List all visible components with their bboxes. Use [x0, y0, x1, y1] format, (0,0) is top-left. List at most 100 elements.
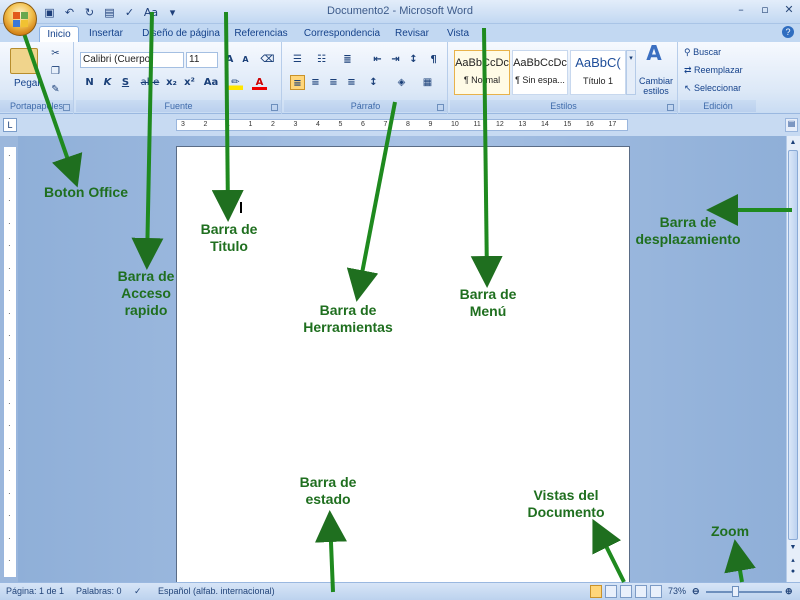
style-normal[interactable]: AaBbCcDc ¶ Normal [454, 50, 510, 95]
bullets-icon[interactable]: ☰ [290, 52, 305, 67]
ruler-tick: · [8, 331, 11, 340]
save-icon[interactable]: ▣ [42, 5, 57, 20]
align-left-icon[interactable]: ≡ [290, 75, 305, 90]
print-layout-view-icon[interactable] [590, 585, 602, 598]
multilevel-list-icon[interactable]: ≣ [340, 52, 355, 67]
office-button[interactable] [3, 2, 37, 36]
customize-qat-icon[interactable]: ▾ [165, 5, 180, 20]
align-right-icon[interactable]: ≡ [326, 75, 341, 90]
language-indicator[interactable]: Español (alfab. internacional) [158, 586, 275, 596]
tab-referencias[interactable]: Referencias [230, 26, 292, 42]
borders-icon[interactable]: ▦ [420, 75, 435, 90]
ruler-number: 13 [518, 121, 527, 128]
underline-button[interactable]: S [118, 75, 133, 90]
close-icon[interactable]: ✕ [784, 3, 794, 17]
ruler-tick: · [8, 556, 11, 565]
zoom-level[interactable]: 73% [668, 586, 686, 596]
tab-inicio[interactable]: Inicio [39, 26, 79, 42]
shrink-font-icon[interactable]: A [238, 52, 253, 67]
tab-insertar[interactable]: Insertar [82, 26, 130, 42]
style-heading-1[interactable]: AaBbC( Título 1 [570, 50, 626, 95]
paste-label[interactable]: Pegar [14, 78, 41, 89]
print-preview-icon[interactable]: ▤ [102, 5, 117, 20]
grow-font-icon[interactable]: A [222, 52, 237, 67]
cut-icon[interactable]: ✂ [48, 46, 63, 61]
style-name: ¶ Normal [463, 75, 501, 85]
increase-indent-icon[interactable]: ⇥ [388, 52, 403, 67]
scroll-down-icon[interactable]: ▼ [788, 543, 798, 553]
sort-icon[interactable]: ↕ [406, 52, 421, 67]
ruler-number: 14 [541, 121, 549, 128]
undo-icon[interactable]: ↶ [62, 5, 77, 20]
align-center-icon[interactable]: ≡ [308, 75, 323, 90]
tab-correspondencia[interactable]: Correspondencia [300, 26, 384, 42]
ruler-tick: · [8, 488, 11, 498]
find-button[interactable]: ⚲ Buscar [684, 47, 721, 58]
minimize-icon[interactable]: – [736, 3, 746, 17]
prev-page-icon[interactable]: ▴ [788, 556, 798, 566]
full-screen-view-icon[interactable] [605, 585, 617, 598]
tab-revisar[interactable]: Revisar [390, 26, 434, 42]
group-editing: ⚲ Buscar ⇄ Reemplazar ↖ Seleccionar Edic… [680, 42, 756, 114]
tab-selector[interactable]: L [3, 118, 17, 132]
web-layout-view-icon[interactable] [620, 585, 632, 598]
scroll-up-icon[interactable]: ▲ [788, 138, 798, 148]
dialog-launcher-icon[interactable] [63, 104, 70, 111]
view-ruler-icon[interactable]: ▤ [785, 118, 798, 132]
dialog-launcher-icon[interactable] [271, 104, 278, 111]
annotation-scrollbar: Barra de desplazamiento [635, 214, 741, 247]
italic-button[interactable]: K [100, 75, 115, 90]
font-color-icon[interactable]: A [252, 75, 267, 90]
font-name-select[interactable]: Calibri (Cuerpo) [80, 52, 184, 68]
strikethrough-button[interactable]: abe [140, 75, 160, 90]
tab-vista[interactable]: Vista [440, 26, 476, 42]
replace-button[interactable]: ⇄ Reemplazar [684, 65, 743, 76]
show-marks-icon[interactable]: ¶ [426, 52, 441, 67]
redo-icon[interactable]: ↻ [82, 5, 97, 20]
browse-object-icon[interactable]: ● [788, 567, 798, 577]
outline-view-icon[interactable] [635, 585, 647, 598]
justify-icon[interactable]: ≡ [344, 75, 359, 90]
word-count[interactable]: Palabras: 0 [76, 586, 122, 596]
clear-format-icon[interactable]: ⌫ [260, 52, 275, 67]
ribbon: Pegar ✂ ❐ ✎ Portapapeles Calibri (Cuerpo… [0, 42, 800, 114]
zoom-in-icon[interactable]: ⊕ [785, 586, 793, 597]
zoom-slider-thumb[interactable] [732, 586, 739, 597]
paste-icon[interactable] [10, 48, 38, 74]
help-icon[interactable]: ? [782, 26, 794, 38]
format-painter-icon[interactable]: ✎ [48, 82, 63, 97]
tab-diseno[interactable]: Diseño de página [138, 26, 224, 42]
spelling-icon[interactable]: ✓ [122, 5, 137, 20]
vertical-ruler[interactable]: · · · · · · · · · · · · · · · · · · · [3, 146, 17, 578]
restore-icon[interactable]: ▫ [760, 3, 770, 17]
page-count[interactable]: Página: 1 de 1 [6, 586, 64, 596]
select-button[interactable]: ↖ Seleccionar [684, 83, 741, 94]
font-size-select[interactable]: 11 [186, 52, 218, 68]
scroll-thumb[interactable] [788, 150, 798, 540]
copy-icon[interactable]: ❐ [48, 64, 63, 79]
superscript-button[interactable]: x² [182, 75, 197, 90]
change-styles-label[interactable]: Cambiar estilos [636, 76, 676, 96]
font-size-icon[interactable]: Aa [142, 5, 160, 20]
change-styles-icon[interactable]: A [642, 43, 666, 70]
ruler-tick: · [8, 308, 11, 318]
bold-button[interactable]: N [82, 75, 97, 90]
styles-more-icon[interactable]: ▾ [626, 50, 636, 95]
subscript-button[interactable]: x₂ [164, 75, 179, 90]
ruler-tick: · [8, 421, 11, 430]
decrease-indent-icon[interactable]: ⇤ [370, 52, 385, 67]
style-no-spacing[interactable]: AaBbCcDc ¶ Sin espa... [512, 50, 568, 95]
horizontal-ruler[interactable]: 3 2 1 1 2 3 4 5 6 7 8 9 10 11 12 13 14 15 16 17 [176, 119, 628, 131]
find-label: Buscar [693, 47, 722, 57]
draft-view-icon[interactable] [650, 585, 662, 598]
highlight-icon[interactable]: ✏ [228, 75, 243, 90]
proofing-icon[interactable]: ✓ [134, 586, 142, 597]
line-spacing-icon[interactable]: ↕ [366, 75, 381, 90]
change-case-button[interactable]: Aa [202, 75, 220, 90]
dialog-launcher-icon[interactable] [437, 104, 444, 111]
dialog-launcher-icon[interactable] [667, 104, 674, 111]
zoom-out-icon[interactable]: ⊖ [692, 586, 700, 597]
shading-icon[interactable]: ◈ [394, 75, 409, 90]
zoom-slider[interactable] [706, 591, 782, 593]
numbering-icon[interactable]: ☷ [314, 52, 329, 67]
